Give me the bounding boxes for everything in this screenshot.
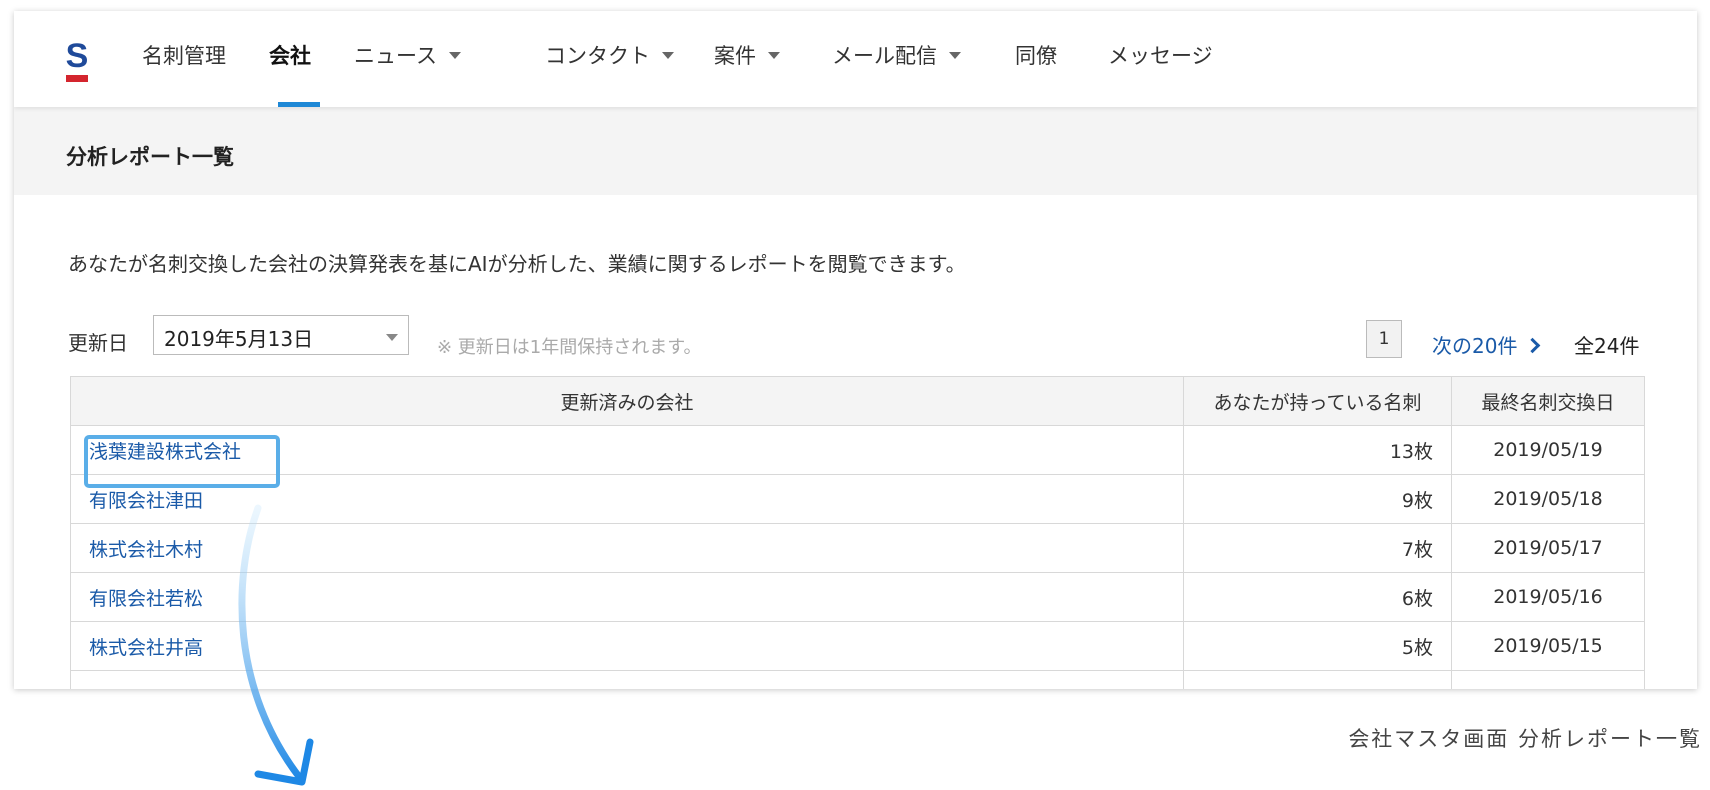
nav-label: ニュース xyxy=(354,44,437,68)
active-tab-indicator xyxy=(278,102,320,107)
nav-item-colleagues[interactable]: 同僚 xyxy=(1015,41,1057,71)
flow-arrow-icon xyxy=(238,504,314,786)
chevron-down-icon xyxy=(448,51,461,59)
nav-label: 名刺管理 xyxy=(142,44,226,68)
chevron-down-icon xyxy=(662,51,674,59)
figure-caption: 会社マスタ画面 分析レポート一覧 xyxy=(1348,727,1702,751)
nav-label: 同僚 xyxy=(1015,44,1057,68)
nav-label: メッセージ xyxy=(1108,44,1213,68)
nav-item-company[interactable]: 会社 xyxy=(269,41,311,71)
nav-label: 会社 xyxy=(269,44,311,68)
nav-item-deals[interactable]: 案件 xyxy=(714,41,780,71)
logo-letter: S xyxy=(65,37,89,75)
nav-item-messages[interactable]: メッセージ xyxy=(1108,41,1213,71)
top-navigation: S 名刺管理 会社 ニュース コンタクト 案件 メール配信 同僚 メッセージ xyxy=(14,11,1697,107)
chevron-down-icon xyxy=(949,51,961,59)
sansan-logo[interactable]: S xyxy=(64,37,90,83)
logo-red-bar xyxy=(66,75,88,82)
nav-item-news[interactable]: ニュース xyxy=(354,41,461,71)
chevron-down-icon xyxy=(768,51,780,59)
nav-item-contact[interactable]: コンタクト xyxy=(545,41,674,71)
nav-item-card-management[interactable]: 名刺管理 xyxy=(142,41,226,71)
nav-label: 案件 xyxy=(714,44,756,68)
nav-item-mail-delivery[interactable]: メール配信 xyxy=(832,41,961,71)
nav-label: メール配信 xyxy=(832,44,937,68)
nav-label: コンタクト xyxy=(545,44,650,68)
